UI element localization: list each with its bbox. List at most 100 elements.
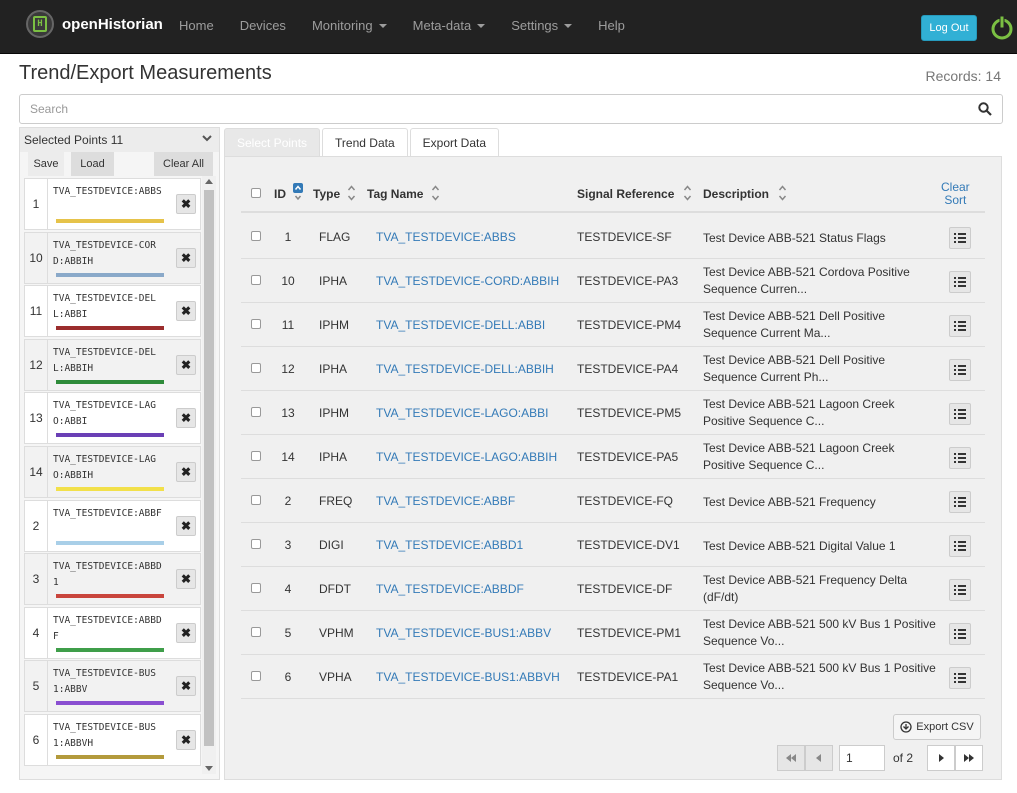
row-checkbox[interactable] — [251, 671, 261, 681]
sort-icon[interactable] — [347, 184, 356, 202]
load-button[interactable]: Load — [71, 152, 114, 176]
table-row[interactable]: 10 IPHA TVA_TESTDEVICE-CORD:ABBIH TESTDEVIC… — [241, 259, 985, 303]
logout-button[interactable]: Log Out — [921, 15, 977, 41]
search-input[interactable] — [20, 95, 950, 123]
clear-all-button[interactable]: Clear All — [154, 152, 213, 176]
save-button[interactable]: Save — [28, 152, 64, 176]
column-header-tag-name[interactable]: Tag Name — [367, 187, 423, 201]
power-icon[interactable] — [990, 14, 1014, 40]
details-button[interactable] — [949, 271, 971, 293]
nav-metadata[interactable]: Meta-data — [400, 18, 499, 33]
series-color-swatch[interactable] — [56, 326, 164, 331]
remove-point-button[interactable]: ✖ — [176, 247, 196, 268]
sort-icon[interactable] — [778, 184, 787, 202]
next-page-button[interactable] — [927, 745, 955, 771]
table-row[interactable]: 1 FLAG TVA_TESTDEVICE:ABBS TESTDEVICE-SF Tes… — [241, 215, 985, 259]
brand[interactable]: H openHistorian — [26, 10, 163, 38]
cell-tag-name-link[interactable]: TVA_TESTDEVICE:ABBD1 — [376, 538, 523, 552]
cell-tag-name-link[interactable]: TVA_TESTDEVICE:ABBDF — [376, 582, 524, 596]
nav-home[interactable]: Home — [166, 18, 227, 33]
details-button[interactable] — [949, 579, 971, 601]
nav-monitoring[interactable]: Monitoring — [299, 18, 400, 33]
remove-point-button[interactable]: ✖ — [176, 569, 196, 590]
last-page-button[interactable] — [955, 745, 983, 771]
cell-tag-name-link[interactable]: TVA_TESTDEVICE-DELL:ABBIH — [376, 362, 554, 376]
nav-help[interactable]: Help — [585, 18, 638, 33]
nav-settings[interactable]: Settings — [498, 18, 585, 33]
tab-export-data[interactable]: Export Data — [409, 128, 500, 156]
details-button[interactable] — [949, 491, 971, 513]
remove-point-button[interactable]: ✖ — [176, 408, 196, 429]
selected-point-item[interactable]: 11 TVA_TESTDEVICE-DELL:ABBI ✖ — [24, 285, 201, 338]
series-color-swatch[interactable] — [56, 272, 164, 277]
remove-point-button[interactable]: ✖ — [176, 730, 196, 750]
selected-point-item[interactable]: 2 TVA_TESTDEVICE:ABBF ✖ — [24, 499, 201, 552]
table-row[interactable]: 3 DIGI TVA_TESTDEVICE:ABBD1 TESTDEVICE-DV1 T… — [241, 523, 985, 567]
selected-points-header[interactable]: Selected Points 11 — [20, 128, 219, 152]
row-checkbox[interactable] — [251, 275, 261, 285]
table-row[interactable]: 13 IPHM TVA_TESTDEVICE-LAGO:ABBI TESTDEVICE… — [241, 391, 985, 435]
series-color-swatch[interactable] — [56, 540, 164, 545]
table-row[interactable]: 2 FREQ TVA_TESTDEVICE:ABBF TESTDEVICE-FQ Tes… — [241, 479, 985, 523]
selected-point-item[interactable]: 10 TVA_TESTDEVICE-CORD:ABBIH ✖ — [24, 231, 201, 284]
series-color-swatch[interactable] — [56, 701, 164, 706]
select-all-checkbox[interactable] — [251, 188, 261, 198]
table-row[interactable]: 5 VPHM TVA_TESTDEVICE-BUS1:ABBV TESTDEVICE-… — [241, 611, 985, 655]
details-button[interactable] — [949, 403, 971, 425]
details-button[interactable] — [949, 447, 971, 469]
series-color-swatch[interactable] — [56, 219, 164, 223]
remove-point-button[interactable]: ✖ — [176, 354, 196, 375]
row-checkbox[interactable] — [251, 363, 261, 373]
nav-devices[interactable]: Devices — [227, 18, 299, 33]
first-page-button[interactable] — [777, 745, 805, 771]
details-button[interactable] — [949, 667, 971, 689]
remove-point-button[interactable]: ✖ — [176, 622, 196, 643]
column-header-type[interactable]: Type — [313, 187, 340, 201]
tab-trend-data[interactable]: Trend Data — [322, 128, 408, 156]
selected-points-scrollbar[interactable] — [202, 176, 216, 774]
row-checkbox[interactable] — [251, 407, 261, 417]
search-icon[interactable] — [978, 102, 992, 116]
chevron-down-icon[interactable] — [201, 132, 213, 144]
row-checkbox[interactable] — [251, 583, 261, 593]
tab-select-points[interactable]: Select Points — [224, 128, 321, 156]
series-color-swatch[interactable] — [56, 647, 164, 652]
remove-point-button[interactable]: ✖ — [176, 301, 196, 322]
table-row[interactable]: 4 DFDT TVA_TESTDEVICE:ABBDF TESTDEVICE-DF Te… — [241, 567, 985, 611]
selected-point-item[interactable]: 14 TVA_TESTDEVICE-LAGO:ABBIH ✖ — [24, 446, 201, 498]
cell-tag-name-link[interactable]: TVA_TESTDEVICE:ABBS — [376, 230, 516, 244]
cell-tag-name-link[interactable]: TVA_TESTDEVICE-LAGO:ABBI — [376, 406, 549, 420]
column-header-id[interactable]: ID — [274, 187, 286, 201]
scrollbar-thumb[interactable] — [204, 190, 214, 746]
cell-tag-name-link[interactable]: TVA_TESTDEVICE-CORD:ABBIH — [376, 274, 559, 288]
row-checkbox[interactable] — [251, 627, 261, 637]
cell-tag-name-link[interactable]: TVA_TESTDEVICE-BUS1:ABBV — [376, 626, 551, 640]
row-checkbox[interactable] — [251, 539, 261, 549]
column-header-description[interactable]: Description — [703, 187, 769, 201]
table-row[interactable]: 14 IPHA TVA_TESTDEVICE-LAGO:ABBIH TESTDEVIC… — [241, 435, 985, 479]
selected-point-item[interactable]: 1 TVA_TESTDEVICE:ABBS ✖ — [24, 178, 201, 230]
details-button[interactable] — [949, 623, 971, 645]
page-number-input[interactable] — [839, 745, 885, 771]
sort-icon[interactable] — [683, 184, 692, 202]
export-csv-button[interactable]: Export CSV — [893, 714, 981, 740]
row-checkbox[interactable] — [251, 451, 261, 461]
cell-tag-name-link[interactable]: TVA_TESTDEVICE:ABBF — [376, 494, 515, 508]
row-checkbox[interactable] — [251, 495, 261, 505]
series-color-swatch[interactable] — [56, 433, 164, 438]
series-color-swatch[interactable] — [56, 487, 164, 491]
scroll-up-icon[interactable] — [205, 179, 213, 184]
table-row[interactable]: 12 IPHA TVA_TESTDEVICE-DELL:ABBIH TESTDEVIC… — [241, 347, 985, 391]
remove-point-button[interactable]: ✖ — [176, 515, 196, 536]
remove-point-button[interactable]: ✖ — [176, 676, 196, 697]
table-row[interactable]: 11 IPHM TVA_TESTDEVICE-DELL:ABBI TESTDEVICE… — [241, 303, 985, 347]
clear-sort-button[interactable]: Clear Sort — [941, 181, 970, 207]
cell-tag-name-link[interactable]: TVA_TESTDEVICE-DELL:ABBI — [376, 318, 545, 332]
selected-point-item[interactable]: 5 TVA_TESTDEVICE-BUS1:ABBV ✖ — [24, 660, 201, 713]
details-button[interactable] — [949, 315, 971, 337]
column-header-signal-reference[interactable]: Signal Reference — [577, 187, 674, 201]
details-button[interactable] — [949, 535, 971, 557]
cell-tag-name-link[interactable]: TVA_TESTDEVICE-BUS1:ABBVH — [376, 670, 560, 684]
row-checkbox[interactable] — [251, 319, 261, 329]
cell-tag-name-link[interactable]: TVA_TESTDEVICE-LAGO:ABBIH — [376, 450, 557, 464]
